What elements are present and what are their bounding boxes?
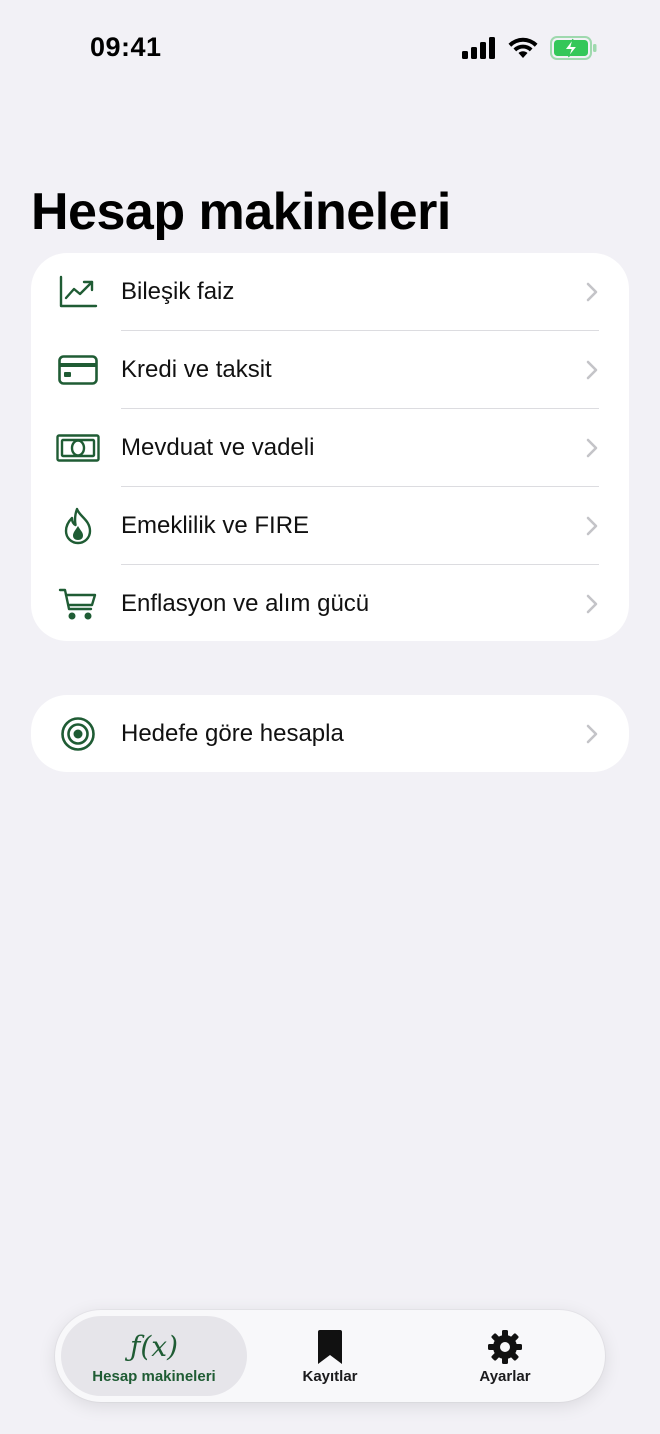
- list-item-deposit-term[interactable]: Mevduat ve vadeli: [31, 409, 629, 487]
- flame-icon: [55, 506, 101, 546]
- target-icon: [55, 714, 101, 754]
- status-time: 09:41: [90, 32, 162, 62]
- function-glyph: ƒ(x): [129, 1330, 178, 1363]
- chart-trend-icon: [55, 272, 101, 312]
- gear-icon: [487, 1328, 523, 1366]
- tab-calculators[interactable]: ƒ(x) Hesap makineleri: [61, 1316, 247, 1396]
- tab-label: Kayıtlar: [302, 1367, 358, 1385]
- goal-card: Hedefe göre hesapla: [31, 695, 629, 772]
- list-item-label: Kredi ve taksit: [121, 356, 272, 383]
- cellular-signal-icon: [462, 37, 495, 59]
- chevron-right-icon: [586, 516, 598, 536]
- tab-settings[interactable]: Ayarlar: [420, 1316, 590, 1396]
- chevron-right-icon: [586, 282, 598, 302]
- cart-icon: [55, 584, 101, 624]
- calculator-list: Bileşik faiz Kredi ve taksit Mevduat ve …: [31, 253, 629, 641]
- battery-charging-icon: [550, 36, 597, 60]
- tab-label: Hesap makineleri: [92, 1367, 216, 1385]
- chevron-right-icon: [586, 360, 598, 380]
- bookmark-icon: [317, 1328, 343, 1366]
- list-item-loan-installment[interactable]: Kredi ve taksit: [31, 331, 629, 409]
- chevron-right-icon: [586, 438, 598, 458]
- list-item-label: Emeklilik ve FIRE: [121, 512, 310, 539]
- list-item-label: Enflasyon ve alım gücü: [121, 590, 370, 617]
- list-item-label: Mevduat ve vadeli: [121, 434, 315, 461]
- list-item-inflation[interactable]: Enflasyon ve alım gücü: [31, 565, 629, 641]
- chevron-right-icon: [586, 594, 598, 614]
- tab-bar: ƒ(x) Hesap makineleri Kayıtlar Ayarlar: [55, 1310, 605, 1402]
- function-icon: ƒ(x): [130, 1328, 178, 1366]
- status-icons: [462, 36, 598, 60]
- list-item-compound-interest[interactable]: Bileşik faiz: [31, 253, 629, 331]
- list-item-retirement-fire[interactable]: Emeklilik ve FIRE: [31, 487, 629, 565]
- banknote-icon: [55, 428, 101, 468]
- wifi-icon: [508, 37, 538, 58]
- credit-card-icon: [55, 350, 101, 390]
- tab-label: Ayarlar: [479, 1367, 531, 1385]
- tab-records[interactable]: Kayıtlar: [245, 1316, 415, 1396]
- list-item-label: Bileşik faiz: [121, 278, 235, 305]
- status-bar: 09:41: [0, 0, 660, 100]
- chevron-right-icon: [586, 724, 598, 743]
- list-item-label: Hedefe göre hesapla: [121, 719, 344, 747]
- list-item-goal-calculate[interactable]: Hedefe göre hesapla: [31, 695, 629, 772]
- page-title: Hesap makineleri: [31, 183, 451, 241]
